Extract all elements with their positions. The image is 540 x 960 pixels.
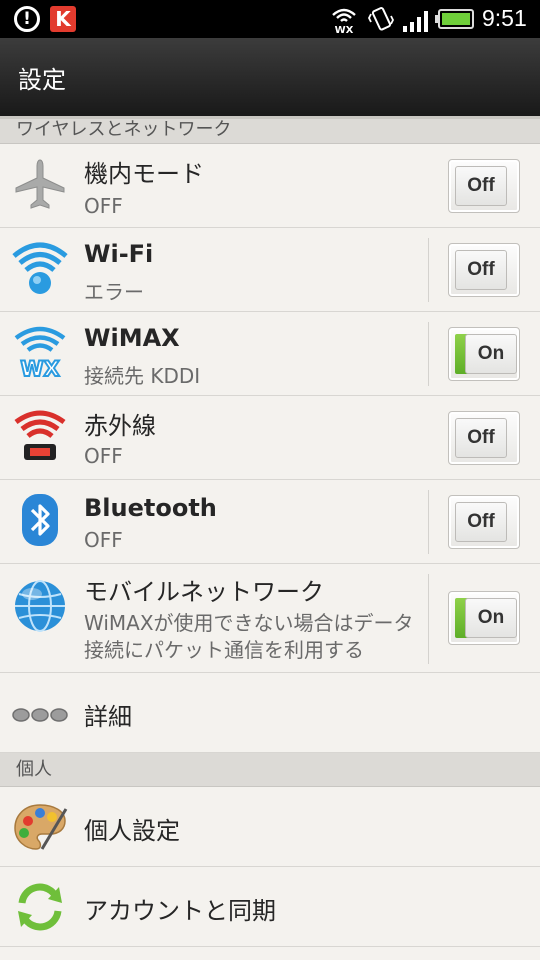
- wifi-toggle[interactable]: Off: [448, 243, 520, 297]
- setting-row-personalize[interactable]: 個人設定: [0, 787, 540, 867]
- setting-row-wifi[interactable]: Wi-Fi エラー Off: [0, 228, 540, 312]
- battery-icon: [435, 9, 474, 29]
- toggle-label: Off: [455, 418, 507, 458]
- row-subtitle: WiMAXが使用できない場合はデータ接続にパケット通信を利用する: [84, 611, 414, 662]
- more-dots-icon: [12, 708, 68, 722]
- toggle-label: Off: [455, 250, 507, 290]
- wifi-icon: [12, 242, 68, 294]
- infrared-toggle[interactable]: Off: [448, 411, 520, 465]
- toggle-label: Off: [455, 166, 507, 206]
- mobile-network-toggle[interactable]: On: [448, 591, 520, 645]
- sync-icon: [18, 883, 62, 931]
- airplane-mode-toggle[interactable]: Off: [448, 159, 520, 213]
- setting-row-bluetooth[interactable]: Bluetooth OFF Off: [0, 480, 540, 564]
- section-header-wireless: ワイヤレスとネットワーク: [0, 116, 540, 144]
- row-title: Bluetooth: [84, 494, 217, 522]
- setting-row-wimax[interactable]: WX WiMAX 接続先 KDDI On: [0, 312, 540, 396]
- row-title: 赤外線: [84, 412, 156, 440]
- infrared-icon: [14, 410, 66, 460]
- row-title: 個人設定: [84, 817, 180, 845]
- row-subtitle: OFF: [84, 528, 123, 552]
- section-header-personal: 個人: [0, 753, 540, 787]
- wimax-icon: WX: [14, 326, 66, 380]
- airplane-icon: [15, 159, 65, 209]
- cell-signal-icon: [403, 11, 428, 32]
- row-subtitle: 接続先 KDDI: [84, 364, 201, 388]
- row-title: アカウントと同期: [84, 897, 276, 925]
- k-app-icon: K: [50, 6, 76, 32]
- svg-text:WX: WX: [20, 357, 59, 380]
- status-bar: ! K WX 9:51: [0, 0, 540, 38]
- svg-text:WX: WX: [335, 25, 354, 34]
- row-divider: [428, 238, 429, 302]
- globe-icon: [15, 580, 65, 632]
- status-time: 9:51: [482, 5, 527, 31]
- vibrate-icon: [368, 7, 394, 31]
- setting-row-infrared[interactable]: 赤外線 OFF Off: [0, 396, 540, 480]
- row-title: WiMAX: [84, 324, 180, 352]
- title-bar: 設定: [0, 38, 540, 116]
- bluetooth-icon: [22, 494, 58, 546]
- setting-row-accounts-sync[interactable]: アカウントと同期: [0, 867, 540, 947]
- palette-icon: [14, 804, 68, 850]
- page-title: 設定: [18, 66, 66, 94]
- row-subtitle: OFF: [84, 194, 123, 218]
- row-subtitle: エラー: [84, 280, 144, 304]
- row-subtitle: OFF: [84, 444, 123, 468]
- row-divider: [428, 574, 429, 664]
- bluetooth-toggle[interactable]: Off: [448, 495, 520, 549]
- wimax-toggle[interactable]: On: [448, 327, 520, 381]
- row-title: モバイルネットワーク: [84, 578, 324, 606]
- setting-row-details[interactable]: 詳細: [0, 673, 540, 753]
- toggle-label: On: [465, 598, 517, 638]
- toggle-label: Off: [455, 502, 507, 542]
- row-divider: [428, 490, 429, 554]
- row-divider: [428, 322, 429, 386]
- wimax-signal-icon: WX: [332, 8, 356, 34]
- setting-row-airplane-mode[interactable]: 機内モード OFF Off: [0, 144, 540, 228]
- row-title: 詳細: [84, 703, 132, 731]
- setting-row-mobile-network[interactable]: モバイルネットワーク WiMAXが使用できない場合はデータ接続にパケット通信を利…: [0, 564, 540, 673]
- alert-icon: !: [14, 6, 40, 32]
- toggle-label: On: [465, 334, 517, 374]
- row-title: 機内モード: [84, 160, 204, 188]
- row-title: Wi-Fi: [84, 240, 154, 268]
